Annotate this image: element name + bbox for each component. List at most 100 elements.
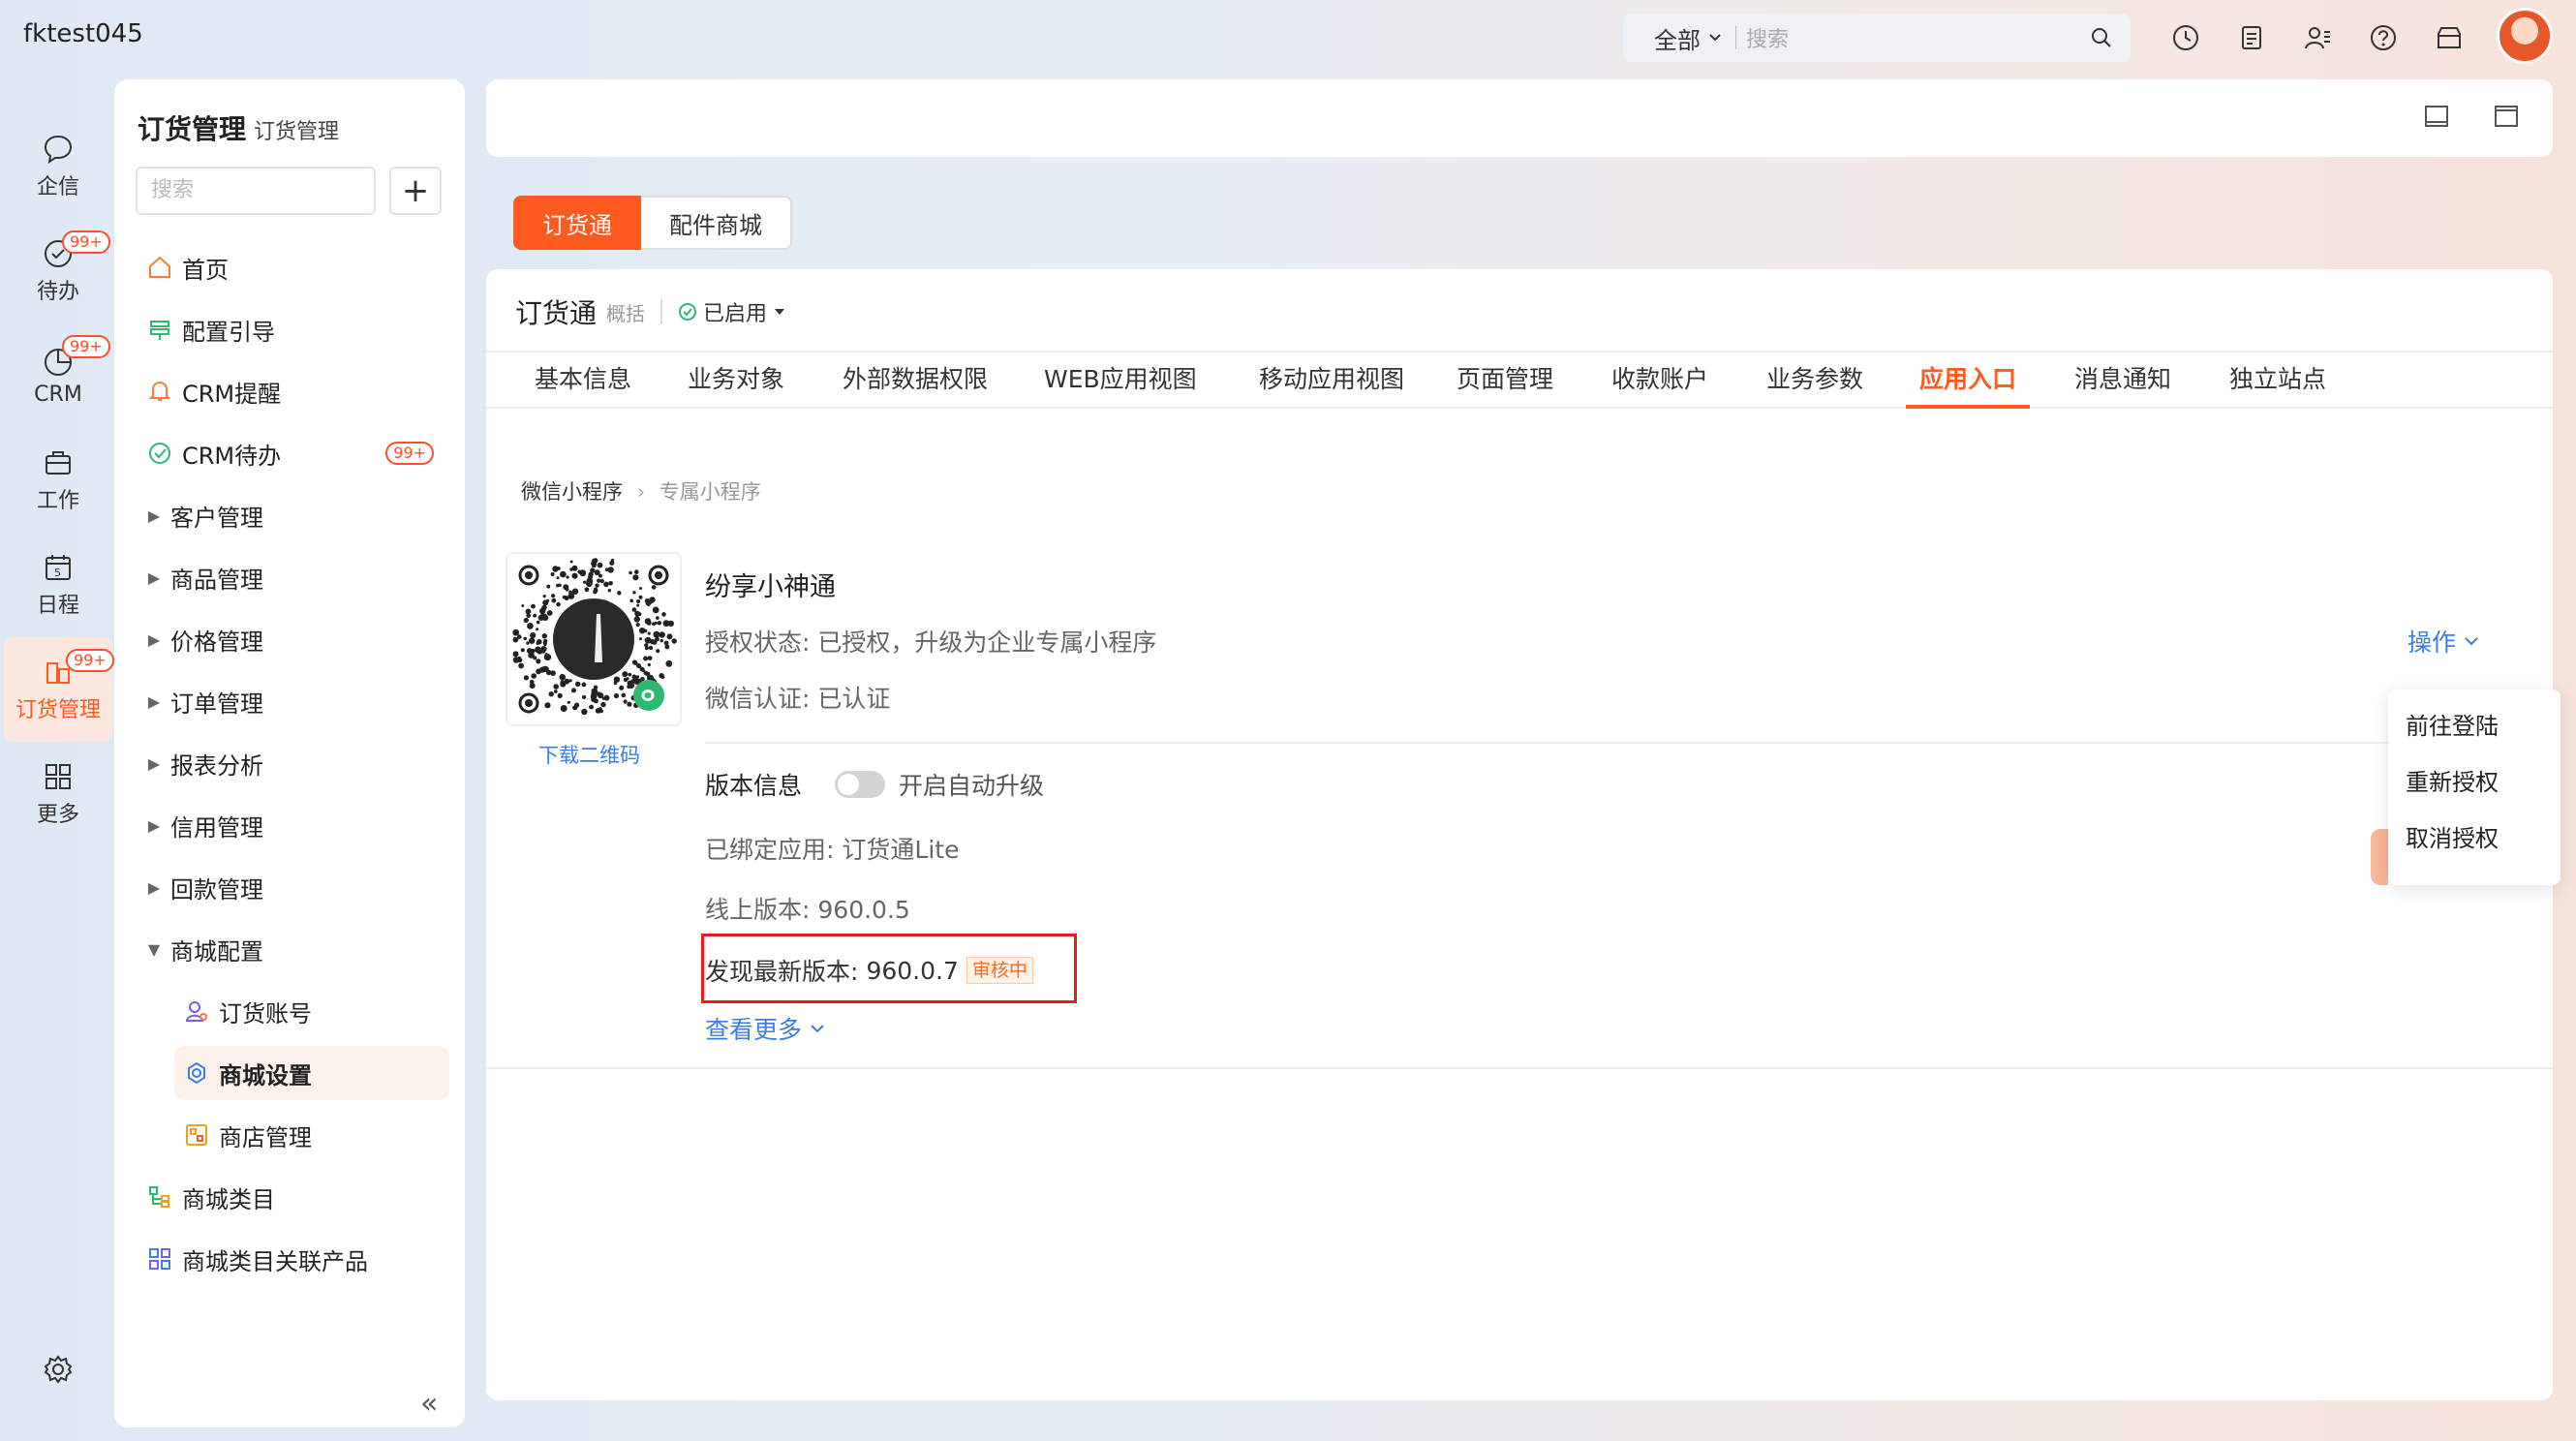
tab-dinghuotong[interactable]: 订货通 [513,196,641,250]
menu-item-category-products[interactable]: 商城类目关联产品 [147,1232,447,1286]
latest-version-label: 发现最新版本: [705,958,859,986]
menu-item-label: 商城配置 [170,937,263,966]
notes-icon[interactable] [2235,21,2268,54]
tab-mobile-app-view[interactable]: 移动应用视图 [1245,353,1418,409]
contacts-icon[interactable] [2301,21,2334,54]
tab-message-notification[interactable]: 消息通知 [2061,353,2185,409]
tab-payment-account[interactable]: 收款账户 [1598,353,1722,409]
tab-web-app-view[interactable]: WEB应用视图 [1030,353,1211,409]
chevron-down-icon [1709,34,1721,42]
menu-item-go-login[interactable]: 前往登陆 [2388,707,2561,763]
menu-item-label: 商城设置 [219,1061,312,1089]
chevron-down-icon [811,1025,824,1033]
guide-icon [150,321,169,340]
operation-dropdown-menu: 前往登陆 重新授权 取消授权 [2388,690,2561,885]
search-icon[interactable] [2090,26,2113,49]
menu-item-product[interactable]: ▶ 商品管理 [147,550,447,604]
see-more-link[interactable]: 查看更多 [705,1011,825,1046]
menu-item-report[interactable]: ▶ 报表分析 [147,736,447,790]
layout-single-icon[interactable] [2423,103,2450,130]
help-icon[interactable] [2367,21,2400,54]
menu-item-order-account[interactable]: 订货账号 [174,984,449,1038]
latest-version-row: 发现最新版本: 960.0.7 审核中 [705,953,1033,988]
tab-independent-site[interactable]: 独立站点 [2216,353,2340,409]
menu-subtitle: 订货管理 [254,120,340,144]
auto-upgrade-toggle[interactable] [835,771,886,798]
menu-item-label: 商店管理 [219,1123,312,1151]
menu-search-input[interactable]: 搜索 [136,167,376,215]
tab-parts-mall[interactable]: 配件商城 [641,196,792,250]
nav-item-calendar[interactable]: 5 日程 [0,533,116,637]
menu-item-credit[interactable]: ▶ 信用管理 [147,798,447,852]
account-icon [185,1001,207,1022]
content-header [486,79,2553,157]
menu-item-reauthorize[interactable]: 重新授权 [2388,763,2561,819]
menu-item-label: 订单管理 [170,690,263,718]
tab-basic-info[interactable]: 基本信息 [521,353,645,409]
auto-upgrade-label: 开启自动升级 [899,772,1045,800]
nav-item-order-management[interactable]: 订货管理 99+ [4,637,114,742]
status-label: 已启用 [703,302,768,326]
menu-item-store-management[interactable]: 商店管理 [174,1108,449,1162]
mini-program-name: 纷享小神通 [705,572,836,602]
global-search[interactable]: 全部 搜索 [1623,14,2131,62]
bound-app-value: 订货通Lite [842,836,960,864]
app-icon-nav: 企信 待办 99+ CRM 99+ 工作 5 日程 订货管理 99+ 更多 [0,114,116,846]
menu-item-label: 价格管理 [170,628,263,656]
caret-down-icon [775,309,785,315]
qr-code-image [512,558,677,716]
menu-item-mall-category[interactable]: 商城类目 [147,1170,447,1224]
sub-tab-bar: 基本信息 业务对象 外部数据权限 WEB应用视图 移动应用视图 页面管理 收款账… [486,351,2553,409]
breadcrumb-current: 专属小程序 [659,480,761,504]
user-avatar[interactable] [2497,8,2553,64]
menu-item-label: 报表分析 [170,751,263,780]
menu-item-crm-reminder[interactable]: CRM提醒 [147,364,447,418]
menu-item-label: CRM待办 [182,442,282,470]
search-scope-select[interactable]: 全部 [1623,21,1722,55]
check-circle-icon [679,303,697,321]
menu-item-customer[interactable]: ▶ 客户管理 [147,488,447,542]
status-select[interactable]: 已启用 [678,296,786,327]
menu-item-guide[interactable]: 配置引导 [147,302,447,356]
tab-business-params[interactable]: 业务参数 [1753,353,1877,409]
tab-app-entry[interactable]: 应用入口 [1906,353,2031,409]
menu-item-mall-config[interactable]: ▼ 商城配置 [147,922,447,976]
menu-item-payment[interactable]: ▶ 回款管理 [147,860,447,914]
menu-item-home[interactable]: 首页 [147,240,447,294]
nav-item-work[interactable]: 工作 [0,428,116,533]
search-input[interactable]: 搜索 [1746,22,2090,53]
auth-status-label: 授权状态: [705,629,811,657]
menu-item-price[interactable]: ▶ 价格管理 [147,612,447,666]
collapse-panel-icon[interactable]: « [420,1387,438,1421]
layout-expand-icon[interactable] [2493,103,2520,130]
history-icon[interactable] [2169,21,2202,54]
add-button[interactable]: + [389,167,442,215]
tab-page-management[interactable]: 页面管理 [1443,353,1567,409]
menu-item-label: 商品管理 [170,566,263,594]
section-divider [486,1067,2553,1069]
menu-item-mall-settings[interactable]: 商城设置 [174,1046,449,1100]
menu-item-label: 信用管理 [170,813,263,842]
store-front-icon[interactable] [2433,21,2466,54]
top-bar: fktest045 全部 搜索 [0,0,2576,76]
menu-title: 订货管理 订货管理 [138,113,340,145]
grid-icon [46,764,71,789]
tab-external-data-permission[interactable]: 外部数据权限 [829,353,1001,409]
download-qr-link[interactable]: 下载二维码 [538,740,640,769]
tab-business-objects[interactable]: 业务对象 [674,353,798,409]
menu-item-crm-todo[interactable]: CRM待办 99+ [147,426,447,480]
nav-item-qixin[interactable]: 企信 [0,114,116,219]
menu-item-revoke-authorization[interactable]: 取消授权 [2388,819,2561,875]
see-more-label: 查看更多 [705,1016,803,1044]
cert-value: 已认证 [817,685,891,713]
settings-icon [188,1061,205,1085]
menu-badge: 99+ [385,442,434,465]
nav-item-crm[interactable]: CRM 99+ [0,323,116,428]
breadcrumb-parent[interactable]: 微信小程序 [521,480,623,504]
floating-tab[interactable] [2371,829,2388,885]
nav-item-todo[interactable]: 待办 99+ [0,219,116,323]
nav-item-more[interactable]: 更多 [0,742,116,846]
settings-icon[interactable] [43,1354,74,1389]
operation-dropdown-trigger[interactable]: 操作 [2407,624,2479,659]
menu-item-order[interactable]: ▶ 订单管理 [147,674,447,728]
